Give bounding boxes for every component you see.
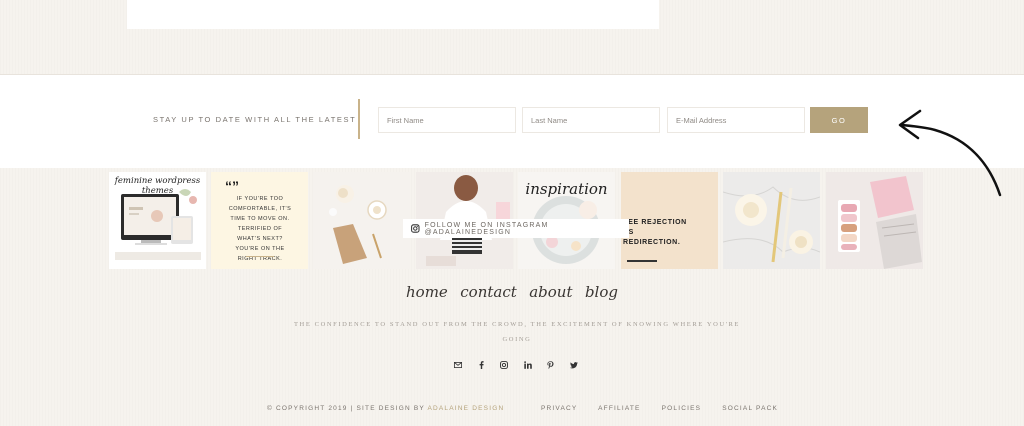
social-icons	[453, 359, 579, 371]
content-card-bottom	[127, 0, 659, 29]
subscribe-button[interactable]: GO	[810, 107, 868, 133]
designer-link[interactable]: ADALAINE DESIGN	[427, 405, 504, 412]
instagram-post-6[interactable]: SEE REJECTION AS REDIRECTION.	[621, 172, 718, 269]
copyright-text: © COPYRIGHT 2019 | SITE DESIGN BY	[267, 405, 428, 412]
facebook-icon[interactable]	[476, 360, 486, 370]
linkedin-icon[interactable]	[523, 360, 533, 370]
tile-quote-text: IF YOU'RE TOO COMFORTABLE, IT'S TIME TO …	[228, 196, 292, 262]
newsletter-divider	[358, 99, 360, 139]
quote-rule	[627, 260, 657, 262]
tile-caption: feminine wordpress themes	[114, 176, 201, 196]
instagram-icon	[411, 224, 420, 233]
footer-nav-about[interactable]: about	[529, 283, 572, 301]
pinterest-icon[interactable]	[546, 360, 556, 370]
instagram-post-8[interactable]	[826, 172, 923, 269]
footer-nav-contact[interactable]: contact	[460, 283, 517, 301]
mail-icon[interactable]	[453, 360, 463, 370]
tile-quote-text: SEE REJECTION AS REDIRECTION.	[623, 219, 687, 246]
newsletter-label: STAY UP TO DATE WITH ALL THE LATEST	[153, 115, 357, 124]
twitter-icon[interactable]	[569, 360, 579, 370]
footer-links: PRIVACY AFFILIATE POLICIES SOCIAL PACK	[541, 405, 796, 412]
email-field[interactable]	[667, 107, 805, 133]
copyright: © COPYRIGHT 2019 | SITE DESIGN BY ADALAI…	[267, 405, 504, 412]
footer-link-privacy[interactable]: PRIVACY	[541, 405, 577, 412]
footer-nav: home contact about blog	[0, 283, 1024, 302]
footer-link-affiliate[interactable]: AFFILIATE	[598, 405, 640, 412]
instagram-post-3[interactable]	[313, 172, 410, 269]
quote-mark: “”	[225, 178, 239, 194]
footer-tagline: THE CONFIDENCE TO STAND OUT FROM THE CRO…	[293, 321, 740, 343]
instagram-follow-label: FOLLOW ME ON INSTAGRAM @ADALAINEDESIGN	[424, 221, 549, 236]
instagram-post-2[interactable]: “” IF YOU'RE TOO COMFORTABLE, IT'S TIME …	[211, 172, 308, 269]
instagram-post-1[interactable]: feminine wordpress themes	[109, 172, 206, 269]
instagram-follow-link[interactable]: FOLLOW ME ON INSTAGRAM @ADALAINEDESIGN	[403, 219, 629, 238]
flatlay-image	[313, 172, 410, 269]
marble-roses-image	[723, 172, 820, 269]
first-name-field[interactable]	[378, 107, 516, 133]
last-name-field[interactable]	[522, 107, 660, 133]
footer-nav-blog[interactable]: blog	[585, 283, 618, 301]
footer-link-social-pack[interactable]: SOCIAL PACK	[722, 405, 778, 412]
footer-link-policies[interactable]: POLICIES	[662, 405, 702, 412]
footer-nav-home[interactable]: home	[406, 283, 448, 301]
macarons-image	[826, 172, 923, 269]
instagram-icon[interactable]	[499, 360, 509, 370]
quote-rule	[246, 256, 274, 257]
instagram-post-7[interactable]	[723, 172, 820, 269]
tile-caption: inspiration	[525, 180, 608, 198]
